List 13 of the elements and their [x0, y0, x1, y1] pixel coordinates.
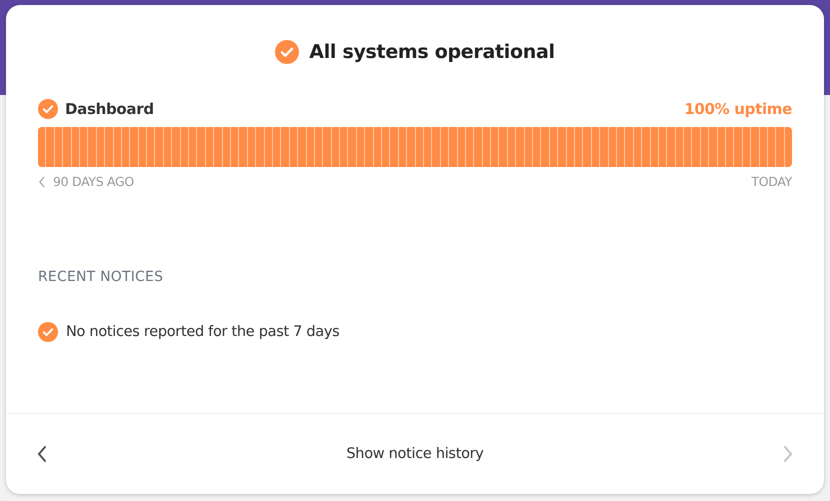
section-heading: RECENT NOTICES — [38, 269, 164, 285]
notice-message: No notices reported for the past 7 days — [66, 324, 340, 340]
status-title: All systems operational — [309, 41, 555, 63]
notice-history-link[interactable]: Show notice history — [346, 446, 484, 462]
uptime-label: 100% uptime — [684, 100, 792, 118]
range-start-label: 90 DAYS AGO — [53, 174, 134, 189]
range-end-label: TODAY — [751, 174, 792, 189]
check-icon — [38, 99, 58, 119]
left-chevron-icon — [38, 176, 46, 188]
check-icon — [38, 322, 58, 342]
check-icon — [275, 40, 300, 64]
left-chevron-icon[interactable] — [36, 444, 48, 464]
monitor-name: Dashboard — [65, 100, 154, 118]
